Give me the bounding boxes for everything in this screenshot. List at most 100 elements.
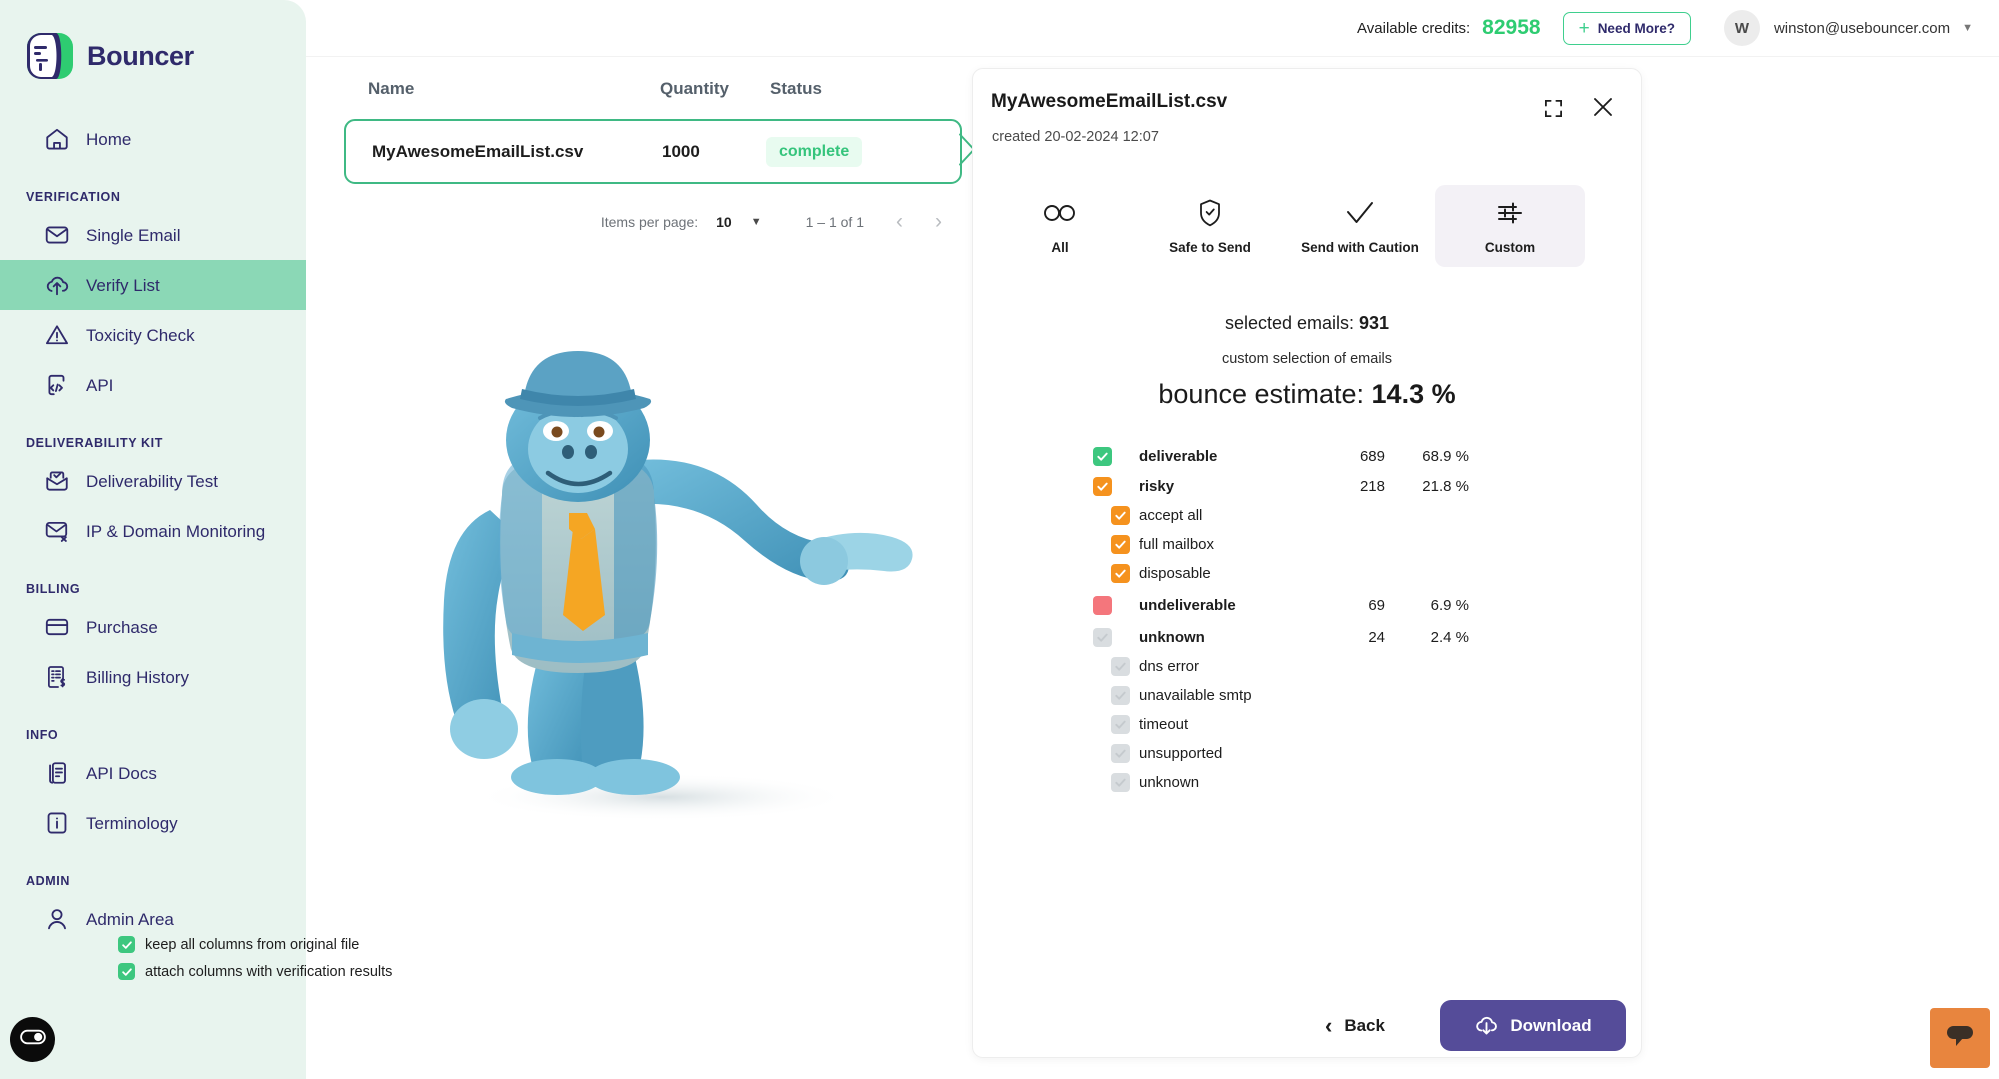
category-percent: 68.9 % (1422, 447, 1469, 465)
previous-page-button[interactable]: ‹ (896, 210, 903, 234)
checkbox-risky[interactable] (1093, 476, 1112, 496)
sidebar-item-purchase[interactable]: Purchase (0, 602, 306, 652)
tab-label: Safe to Send (1169, 239, 1251, 255)
sidebar-item-api-docs[interactable]: API Docs (0, 748, 306, 798)
category-row-undeliverable[interactable]: undeliverable 69 6.9 % (973, 590, 1641, 620)
category-row-deliverable[interactable]: deliverable 689 68.9 % (973, 441, 1641, 471)
selected-emails-label: selected emails: (1224, 313, 1354, 333)
back-label: Back (1344, 1016, 1385, 1035)
cloud-upload-icon (44, 272, 70, 298)
chat-button[interactable] (1930, 1008, 1990, 1068)
custom-selection-subtitle: custom selection of emails (1221, 351, 1393, 367)
user-email[interactable]: winston@usebouncer.com (1774, 20, 1950, 37)
sidebar-item-deliverability-test[interactable]: Deliverability Test (0, 456, 306, 506)
documents-icon (44, 760, 70, 786)
sidebar-item-label: Single Email (86, 225, 181, 245)
checkbox-undeliverable[interactable] (1093, 595, 1112, 615)
pagination: Items per page: 10 ▼ 1 – 1 of 1 ‹ › (306, 210, 942, 234)
checkbox-unavailable-smtp[interactable] (1111, 686, 1130, 705)
download-button[interactable]: Download (1440, 1000, 1626, 1051)
gorilla-mascot-illustration (372, 345, 972, 845)
tab-send-with-caution[interactable]: Send with Caution (1285, 185, 1435, 267)
sidebar-item-toxicity-check[interactable]: Toxicity Check (0, 310, 306, 360)
tab-custom[interactable]: Custom (1435, 185, 1585, 267)
chevron-down-icon[interactable]: ▼ (1962, 22, 1973, 34)
checkbox-deliverable[interactable] (1093, 446, 1112, 466)
need-more-button[interactable]: + Need More? (1562, 11, 1691, 45)
checkbox-keep-all-columns[interactable] (118, 936, 135, 953)
sliders-icon (1497, 198, 1523, 228)
sidebar-item-terminology[interactable]: Terminology (0, 798, 306, 848)
row-file-name: MyAwesomeEmailList.csv (372, 141, 584, 161)
brand-name: Bouncer (87, 40, 194, 71)
category-count: 689 (1359, 447, 1385, 465)
next-page-button[interactable]: › (935, 210, 942, 234)
option-row-attach-columns[interactable]: attach columns with verification results (118, 958, 392, 985)
category-row-dns-error[interactable]: dns error (973, 652, 1641, 681)
category-count: 69 (1368, 596, 1385, 614)
category-label: unsupported (1139, 745, 1223, 762)
panel-created-date: created 20-02-2024 12:07 (992, 129, 1159, 145)
page-range: 1 – 1 of 1 (805, 214, 864, 230)
category-row-risky[interactable]: risky 218 21.8 % (973, 471, 1641, 501)
category-label: unknown (1139, 774, 1200, 791)
category-row-full-mailbox[interactable]: full mailbox (973, 530, 1641, 559)
column-header-quantity: Quantity (660, 79, 729, 98)
items-per-page-value[interactable]: 10 (716, 214, 732, 230)
sidebar-item-billing-history[interactable]: Billing History (0, 652, 306, 702)
checkbox-unknown-sub[interactable] (1111, 773, 1130, 792)
category-row-unknown[interactable]: unknown 24 2.4 % (973, 622, 1641, 652)
category-row-unavailable-smtp[interactable]: unavailable smtp (973, 681, 1641, 710)
tab-all[interactable]: All (985, 185, 1135, 267)
close-icon[interactable] (1592, 96, 1614, 123)
home-icon (44, 126, 70, 152)
back-button[interactable]: ‹ Back (1325, 1013, 1385, 1039)
sidebar-item-single-email[interactable]: Single Email (0, 210, 306, 260)
option-row-keep-columns[interactable]: keep all columns from original file (118, 931, 392, 958)
cookie-consent-button[interactable] (10, 1017, 55, 1062)
bouncer-gorilla-logo-icon (26, 32, 74, 80)
sidebar-item-verify-list[interactable]: Verify List (0, 260, 306, 310)
column-header-name: Name (368, 79, 415, 98)
cookie-consent-icon (19, 1029, 46, 1050)
tab-label: Send with Caution (1301, 239, 1419, 255)
category-row-unknown-sub[interactable]: unknown (973, 768, 1641, 797)
sidebar-item-ip-domain-monitoring[interactable]: IP & Domain Monitoring (0, 506, 306, 556)
tab-safe-to-send[interactable]: Safe to Send (1135, 185, 1285, 267)
brand-logo[interactable]: Bouncer (0, 0, 306, 80)
chevron-left-icon: ‹ (1325, 1013, 1333, 1038)
tab-label: Custom (1484, 239, 1536, 255)
category-count: 24 (1368, 628, 1385, 646)
sidebar-item-home[interactable]: Home (0, 114, 306, 164)
checkbox-disposable[interactable] (1111, 564, 1130, 583)
plus-icon: + (1578, 17, 1590, 39)
sidebar-item-api[interactable]: API (0, 360, 306, 410)
avatar-initial: W (1734, 19, 1750, 37)
sidebar-item-label: Purchase (86, 617, 158, 637)
avatar[interactable]: W (1723, 10, 1760, 46)
category-row-disposable[interactable]: disposable (973, 559, 1641, 588)
checkbox-timeout[interactable] (1111, 715, 1130, 734)
checkbox-attach-columns[interactable] (118, 963, 135, 980)
table-row[interactable]: MyAwesomeEmailList.csv 1000 complete (344, 119, 975, 184)
category-label: deliverable (1139, 447, 1218, 465)
expand-icon[interactable] (1544, 99, 1563, 123)
credits-value: 82958 (1482, 16, 1541, 39)
checkbox-accept-all[interactable] (1111, 506, 1130, 525)
column-header-status: Status (770, 79, 822, 98)
sidebar-item-label: Deliverability Test (86, 471, 218, 491)
checkbox-unsupported[interactable] (1111, 744, 1130, 763)
invoice-dollar-icon (44, 664, 70, 690)
category-row-unsupported[interactable]: unsupported (973, 739, 1641, 768)
category-row-timeout[interactable]: timeout (973, 710, 1641, 739)
row-quantity: 1000 (662, 141, 700, 161)
category-row-accept-all[interactable]: accept all (973, 501, 1641, 530)
category-label: unknown (1139, 628, 1205, 646)
sidebar-item-label: Verify List (86, 275, 160, 295)
tab-label: All (1051, 239, 1069, 255)
sidebar-item-label: Billing History (86, 667, 189, 687)
chevron-down-icon[interactable]: ▼ (751, 216, 762, 228)
checkbox-full-mailbox[interactable] (1111, 535, 1130, 554)
checkbox-unknown[interactable] (1093, 627, 1112, 647)
checkbox-dns-error[interactable] (1111, 657, 1130, 676)
